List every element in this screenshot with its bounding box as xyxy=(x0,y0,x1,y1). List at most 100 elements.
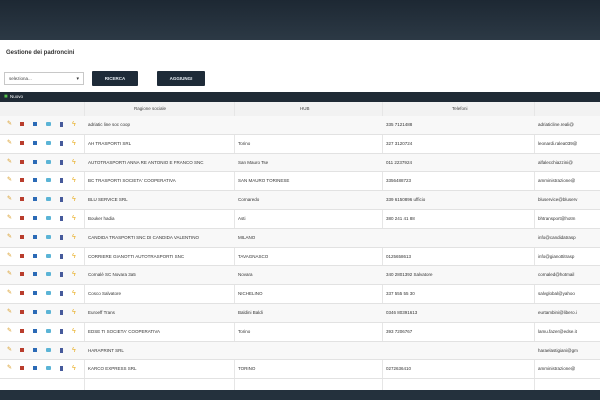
delete-icon[interactable] xyxy=(20,309,24,314)
user-icon[interactable] xyxy=(46,140,51,145)
document-icon[interactable] xyxy=(33,328,37,333)
trash-icon[interactable] xyxy=(60,178,63,184)
document-icon[interactable] xyxy=(33,291,37,296)
document-icon[interactable] xyxy=(33,215,37,220)
delete-icon[interactable] xyxy=(20,159,24,164)
new-record-link[interactable]: Nuovo xyxy=(10,94,23,99)
table-row[interactable]: ✎ ϟ Cornalè SC Novara 3a5 Novara 340 2801392… xyxy=(0,266,600,286)
user-icon[interactable] xyxy=(46,291,51,296)
search-button[interactable]: RICERCA xyxy=(92,71,138,86)
trash-icon[interactable] xyxy=(60,366,63,372)
trash-icon[interactable] xyxy=(60,253,63,259)
delete-icon[interactable] xyxy=(20,122,24,126)
lightning-icon[interactable]: ϟ xyxy=(72,347,77,354)
pencil-icon[interactable]: ✎ xyxy=(7,234,12,240)
user-icon[interactable] xyxy=(46,253,51,258)
trash-icon[interactable] xyxy=(60,272,63,278)
document-icon[interactable] xyxy=(33,140,37,145)
trash-icon[interactable] xyxy=(60,309,63,315)
document-icon[interactable] xyxy=(33,272,37,277)
delete-icon[interactable] xyxy=(20,272,24,277)
lightning-icon[interactable]: ϟ xyxy=(72,234,77,241)
delete-icon[interactable] xyxy=(20,197,24,202)
add-button[interactable]: AGGIUNGI xyxy=(157,71,205,86)
user-icon[interactable] xyxy=(46,272,51,277)
pencil-icon[interactable]: ✎ xyxy=(7,121,12,127)
lightning-icon[interactable]: ϟ xyxy=(72,121,77,128)
table-row[interactable]: ✎ ϟ BC TRASPORTI SOCIETA' COOPERATIVA SAN M… xyxy=(0,172,600,192)
pencil-icon[interactable]: ✎ xyxy=(7,309,12,315)
user-icon[interactable] xyxy=(46,178,51,183)
table-row[interactable]: ✎ ϟ KARCO EXPRESS SRL TORINO 0272636410 ammin… xyxy=(0,360,600,380)
delete-icon[interactable] xyxy=(20,328,24,333)
pencil-icon[interactable]: ✎ xyxy=(7,271,12,277)
document-icon[interactable] xyxy=(33,122,37,126)
delete-icon[interactable] xyxy=(20,234,24,239)
pencil-icon[interactable]: ✎ xyxy=(7,328,12,334)
delete-icon[interactable] xyxy=(20,215,24,220)
lightning-icon[interactable]: ϟ xyxy=(72,140,77,147)
table-row[interactable]: ✎ ϟ AH TRASPORTI SRL Torino 327 3120724 leona… xyxy=(0,135,600,154)
delete-icon[interactable] xyxy=(20,291,24,296)
table-row[interactable]: ✎ ϟ CANDIDA TRASPORTI SNC DI CANDIDA VALEN… xyxy=(0,228,600,248)
user-icon[interactable] xyxy=(46,366,51,371)
column-header-ragione-sociale[interactable]: Ragione sociale xyxy=(134,106,166,111)
lightning-icon[interactable]: ϟ xyxy=(72,253,77,260)
table-row[interactable]: ✎ ϟ EDSE TI SOCIETA' COOPERATIVA Torino 393 … xyxy=(0,323,600,342)
trash-icon[interactable] xyxy=(60,347,63,353)
user-icon[interactable] xyxy=(46,309,51,314)
delete-icon[interactable] xyxy=(20,178,24,183)
trash-icon[interactable] xyxy=(60,215,63,221)
column-header-telefoni[interactable]: Telefoni xyxy=(452,106,468,111)
delete-icon[interactable] xyxy=(20,347,24,352)
trash-icon[interactable] xyxy=(60,291,63,297)
table-row[interactable]: ✎ ϟ Euroeff Trans Baldini Baldi 0346 8039161… xyxy=(0,303,600,323)
trash-icon[interactable] xyxy=(60,159,63,165)
lightning-icon[interactable]: ϟ xyxy=(72,290,77,297)
document-icon[interactable] xyxy=(33,347,37,352)
pencil-icon[interactable]: ✎ xyxy=(7,347,12,353)
lightning-icon[interactable]: ϟ xyxy=(72,196,77,203)
user-icon[interactable] xyxy=(46,234,51,239)
pencil-icon[interactable]: ✎ xyxy=(7,140,12,146)
pencil-icon[interactable]: ✎ xyxy=(7,253,12,259)
table-row[interactable]: ✎ ϟ adriatic line soc coop 335 7121488 adria… xyxy=(0,116,600,135)
trash-icon[interactable] xyxy=(60,234,63,240)
table-row[interactable]: ✎ ϟ HARAPRINT SRL haraelastigiani@gm xyxy=(0,341,600,361)
pencil-icon[interactable]: ✎ xyxy=(7,290,12,296)
table-row[interactable]: ✎ ϟ AUTOTRASPORTI ANNA RE ANTONIO E FRANCO… xyxy=(0,153,600,173)
pencil-icon[interactable]: ✎ xyxy=(7,196,12,202)
lightning-icon[interactable]: ϟ xyxy=(72,271,77,278)
user-icon[interactable] xyxy=(46,159,51,164)
lightning-icon[interactable]: ϟ xyxy=(72,177,77,184)
user-icon[interactable] xyxy=(46,215,51,220)
lightning-icon[interactable]: ϟ xyxy=(72,328,77,335)
lightning-icon[interactable]: ϟ xyxy=(72,309,77,316)
trash-icon[interactable] xyxy=(60,140,63,146)
pencil-icon[interactable]: ✎ xyxy=(7,365,12,371)
trash-icon[interactable] xyxy=(60,122,63,127)
delete-icon[interactable] xyxy=(20,253,24,258)
document-icon[interactable] xyxy=(33,234,37,239)
pencil-icon[interactable]: ✎ xyxy=(7,159,12,165)
document-icon[interactable] xyxy=(33,309,37,314)
lightning-icon[interactable]: ϟ xyxy=(72,215,77,222)
table-row[interactable]: ✎ ϟ CORRIERE GIANOTTI AUTOTRASPORTI SNC TAV… xyxy=(0,248,600,267)
column-header-hub[interactable]: HUB xyxy=(300,106,310,111)
document-icon[interactable] xyxy=(33,366,37,371)
lightning-icon[interactable]: ϟ xyxy=(72,159,77,166)
document-icon[interactable] xyxy=(33,197,37,202)
document-icon[interactable] xyxy=(33,178,37,183)
filter-select[interactable]: seleziona... ▾ xyxy=(4,72,84,85)
delete-icon[interactable] xyxy=(20,366,24,371)
user-icon[interactable] xyxy=(46,122,51,126)
user-icon[interactable] xyxy=(46,328,51,333)
table-row[interactable]: ✎ ϟ BLU SERVICE SRL Cornaredo 339 6150896 uf… xyxy=(0,191,600,210)
trash-icon[interactable] xyxy=(60,197,63,203)
user-icon[interactable] xyxy=(46,347,51,352)
document-icon[interactable] xyxy=(33,159,37,164)
pencil-icon[interactable]: ✎ xyxy=(7,215,12,221)
table-row[interactable]: ✎ ϟ Bouker hadia Asti 380 241 41 88 bhtranspo… xyxy=(0,210,600,229)
user-icon[interactable] xyxy=(46,197,51,202)
delete-icon[interactable] xyxy=(20,140,24,145)
